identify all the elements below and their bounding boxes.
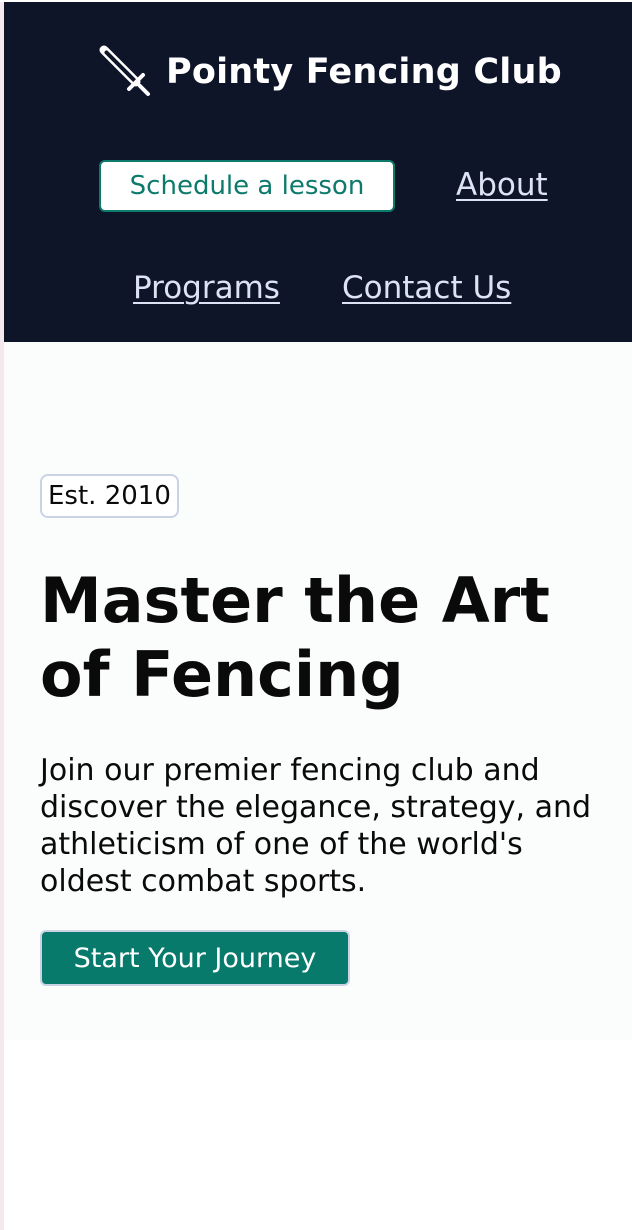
brand-name: Pointy Fencing Club — [166, 52, 562, 92]
hero-section: Est. 2010 Master the Art of Fencing Join… — [4, 342, 632, 1040]
site-header: Pointy Fencing Club Schedule a lesson Ab… — [4, 2, 632, 342]
sword-icon — [96, 44, 152, 100]
hero-title: Master the Art of Fencing — [40, 564, 550, 711]
start-journey-button[interactable]: Start Your Journey — [40, 930, 350, 986]
established-badge: Est. 2010 — [40, 474, 179, 518]
nav-link-contact-us[interactable]: Contact Us — [342, 270, 511, 306]
schedule-lesson-button[interactable]: Schedule a lesson — [99, 160, 395, 212]
brand[interactable]: Pointy Fencing Club — [96, 40, 562, 104]
nav-link-about[interactable]: About — [456, 167, 548, 203]
hero-description: Join our premier fencing club and discov… — [40, 753, 592, 899]
nav-link-programs[interactable]: Programs — [133, 270, 280, 306]
